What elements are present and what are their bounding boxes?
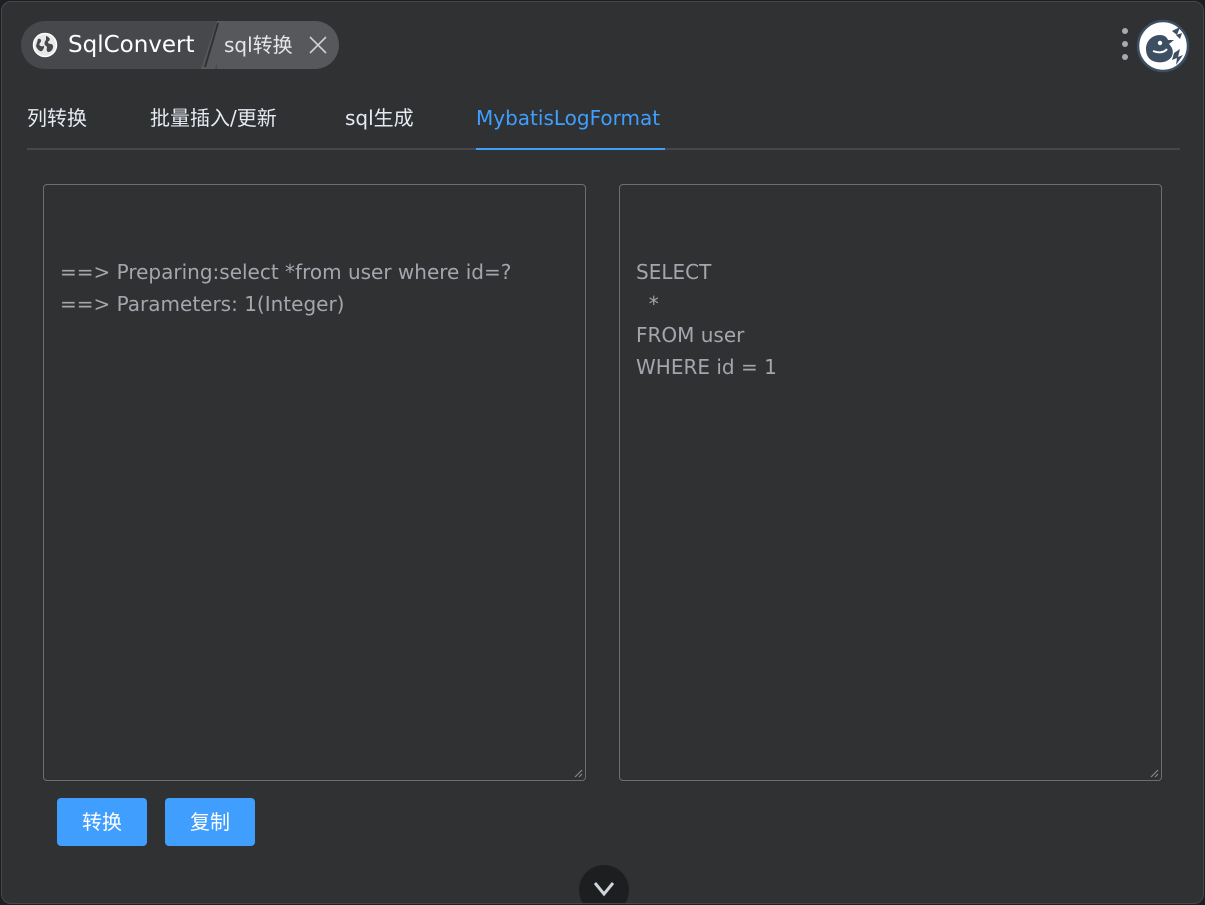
resize-handle-icon[interactable] (1149, 768, 1159, 778)
tab-bar: 列转换 批量插入/更新 sql生成 MybatisLogFormat (27, 98, 1180, 150)
chevron-down-icon[interactable] (579, 865, 629, 903)
page-title: sql转换 (224, 33, 293, 57)
bird-avatar-icon[interactable] (1136, 19, 1190, 73)
tab-mybatis-log-format[interactable]: MybatisLogFormat (476, 104, 660, 132)
breadcrumb: SqlConvert sql转换 (21, 21, 339, 69)
convert-button[interactable]: 转换 (57, 798, 147, 846)
log-input-value: ==> Preparing:select *from user where id… (60, 260, 512, 316)
globe-icon (32, 32, 58, 58)
sql-output-textarea[interactable]: SELECT * FROM user WHERE id = 1 (619, 184, 1162, 781)
tab-column-convert[interactable]: 列转换 (27, 104, 87, 132)
sql-output-value: SELECT * FROM user WHERE id = 1 (636, 260, 777, 379)
resize-handle-icon[interactable] (573, 768, 583, 778)
tab-batch-insert-update[interactable]: 批量插入/更新 (150, 104, 277, 132)
copy-button[interactable]: 复制 (165, 798, 255, 846)
app-window: SqlConvert sql转换 列转换 批量插入/更新 sql生成 Mybat… (1, 1, 1204, 904)
tab-sql-generate[interactable]: sql生成 (345, 104, 414, 132)
log-input-textarea[interactable]: ==> Preparing:select *from user where id… (43, 184, 586, 781)
more-vertical-icon[interactable] (1118, 28, 1132, 64)
close-icon[interactable] (308, 35, 328, 55)
app-title: SqlConvert (68, 32, 195, 58)
active-tab-indicator (476, 148, 665, 150)
